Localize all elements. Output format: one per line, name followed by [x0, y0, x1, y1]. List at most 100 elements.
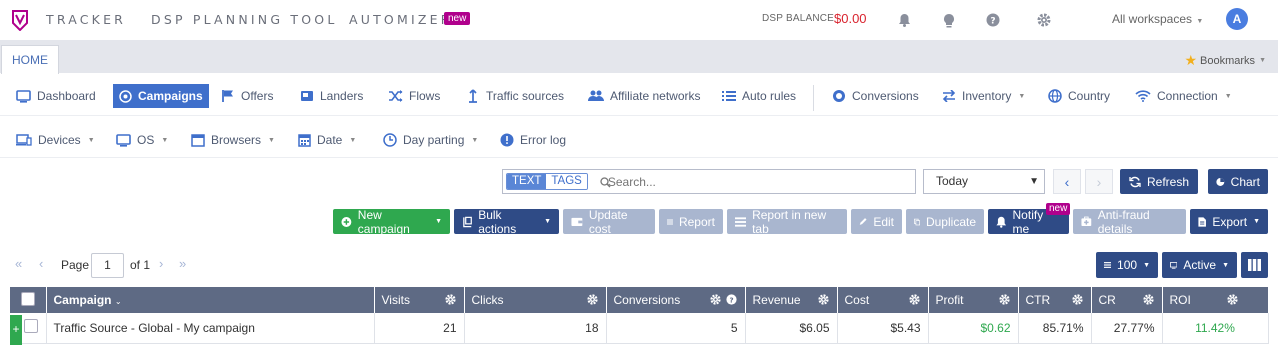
search-input[interactable]	[607, 174, 888, 189]
nav-country[interactable]: Country	[1042, 84, 1116, 108]
monitor-icon	[16, 89, 31, 103]
column-header-ctr[interactable]: CTR	[1018, 287, 1092, 313]
column-header-revenue[interactable]: Revenue	[745, 287, 838, 313]
gear-icon[interactable]	[586, 294, 598, 308]
nav-landers[interactable]: Landers	[294, 84, 369, 108]
chart-button[interactable]: Chart	[1208, 169, 1268, 194]
nav-traffic-sources[interactable]: Traffic sources	[460, 84, 570, 108]
gear-icon[interactable]	[1226, 294, 1238, 308]
revenue-cell: $6.05	[745, 313, 838, 344]
report-new-tab-button[interactable]: Report in new tab	[727, 208, 847, 236]
prev-period-button[interactable]: ‹	[1053, 169, 1081, 194]
nav-error-log[interactable]: Error log	[494, 128, 572, 152]
chevron-down-icon: ▼	[435, 218, 442, 225]
nav-auto-rules[interactable]: Auto rules	[716, 84, 802, 108]
nav-offers[interactable]: Offers	[216, 84, 279, 108]
page-number-input[interactable]: 1	[91, 253, 124, 278]
devices-icon	[16, 134, 32, 146]
brand-dsp-planning-tool[interactable]: DSP PLANNING TOOL	[151, 12, 338, 27]
rows-per-page-button[interactable]: 100 ▼	[1096, 252, 1158, 278]
table-row[interactable]: Traffic Source - Global - My campaign 21…	[10, 313, 1269, 344]
date-range-select[interactable]: Today ▼	[923, 169, 1045, 194]
lightbulb-icon[interactable]	[941, 12, 957, 28]
nav-affiliate-networks[interactable]: Affiliate networks	[582, 84, 707, 108]
bulk-actions-button[interactable]: Bulk actions ▼	[454, 208, 559, 236]
column-header-roi[interactable]: ROI	[1162, 287, 1269, 313]
plus-circle-icon	[341, 216, 352, 227]
nav-os[interactable]: OS ▼	[110, 128, 174, 152]
gear-icon[interactable]	[444, 294, 456, 308]
report-button[interactable]: Report	[659, 209, 723, 234]
expand-row-button[interactable]: +	[10, 315, 22, 345]
nav-dashboard[interactable]: Dashboard	[10, 84, 102, 108]
column-header-cr[interactable]: CR	[1091, 287, 1163, 313]
gear-icon[interactable]	[1142, 294, 1154, 308]
next-page-icon[interactable]: ›	[159, 256, 163, 271]
nav-date[interactable]: Date ▼	[292, 128, 362, 152]
first-page-icon[interactable]: «	[15, 256, 22, 271]
bell-icon[interactable]	[896, 12, 912, 28]
column-label: Revenue	[752, 293, 801, 307]
column-header-campaign[interactable]: Campaign ⌄	[46, 287, 375, 313]
list-icon	[735, 216, 747, 227]
shuffle-icon	[389, 90, 403, 102]
select-all-checkbox[interactable]	[20, 291, 35, 306]
help-icon[interactable]: ?	[725, 294, 737, 308]
nav-browsers-label: Browsers	[211, 133, 262, 147]
gear-icon[interactable]	[908, 294, 920, 308]
help-icon[interactable]: ?	[985, 12, 1001, 28]
chevron-down-icon: ▼	[349, 136, 357, 144]
settings-gear-icon[interactable]	[1036, 12, 1052, 28]
nav-day-parting-label: Day parting	[403, 133, 465, 147]
refresh-label: Refresh	[1146, 174, 1190, 189]
brand-tracker[interactable]: TRACKER	[46, 12, 126, 27]
copy-icon	[914, 218, 920, 225]
nav-inventory[interactable]: Inventory ▼	[936, 84, 1031, 108]
clicks-cell: 18	[464, 313, 607, 344]
nav-devices[interactable]: Devices ▼	[10, 128, 101, 152]
bookmarks-button[interactable]: ★ Bookmarks ▼	[1184, 52, 1266, 69]
duplicate-button[interactable]: Duplicate	[906, 209, 984, 234]
new-campaign-button[interactable]: New campaign ▼	[333, 208, 450, 236]
gear-icon[interactable]	[709, 294, 721, 308]
avatar[interactable]: A	[1226, 8, 1248, 30]
tab-home[interactable]: HOME	[1, 45, 59, 74]
column-header-visits[interactable]: Visits	[374, 287, 465, 313]
column-header-cost[interactable]: Cost	[837, 287, 929, 313]
edit-button[interactable]: Edit	[851, 209, 902, 234]
logo-icon[interactable]	[10, 9, 30, 31]
nav-connection[interactable]: Connection ▼	[1129, 84, 1238, 108]
chevron-down-icon: ▼	[1143, 261, 1150, 269]
workspace-selector[interactable]: All workspaces ▼	[1112, 12, 1203, 26]
search-mode-text[interactable]: TEXT	[507, 174, 547, 189]
columns-button[interactable]	[1241, 252, 1268, 278]
nav-day-parting[interactable]: Day parting ▼	[377, 128, 484, 152]
chevron-down-icon: ▼	[1253, 218, 1260, 225]
status-filter-button[interactable]: Active ▼	[1162, 252, 1237, 278]
update-cost-label: Update cost	[588, 207, 628, 236]
column-header-conversions[interactable]: Conversions?	[606, 287, 746, 313]
nav-conversions[interactable]: Conversions	[826, 84, 925, 108]
svg-text:?: ?	[990, 17, 995, 27]
gear-icon[interactable]	[1071, 294, 1083, 308]
prev-page-icon[interactable]: ‹	[39, 256, 43, 271]
anti-fraud-details-button[interactable]: Anti-fraud details	[1073, 208, 1186, 236]
row-checkbox[interactable]	[24, 319, 39, 334]
column-header-clicks[interactable]: Clicks	[464, 287, 607, 313]
gear-icon[interactable]	[817, 294, 829, 308]
campaign-name-cell[interactable]: Traffic Source - Global - My campaign	[46, 313, 375, 344]
nav-landers-label: Landers	[320, 89, 364, 103]
nav-browsers[interactable]: Browsers ▼	[185, 128, 281, 152]
nav-flows[interactable]: Flows	[382, 84, 446, 108]
export-button[interactable]: Export ▼	[1190, 209, 1268, 234]
last-page-icon[interactable]: »	[179, 256, 186, 271]
update-cost-button[interactable]: Update cost	[563, 207, 655, 236]
gear-icon[interactable]	[998, 294, 1010, 308]
nav-campaigns[interactable]: Campaigns	[113, 84, 209, 108]
search-mode-tags[interactable]: TAGS	[546, 174, 587, 189]
brand-automizer[interactable]: AUTOMIZER	[349, 12, 453, 27]
column-header-profit[interactable]: Profit	[928, 287, 1019, 313]
svg-text:?: ?	[729, 295, 733, 304]
refresh-button[interactable]: Refresh	[1120, 169, 1198, 194]
next-period-button[interactable]: ›	[1085, 169, 1113, 194]
